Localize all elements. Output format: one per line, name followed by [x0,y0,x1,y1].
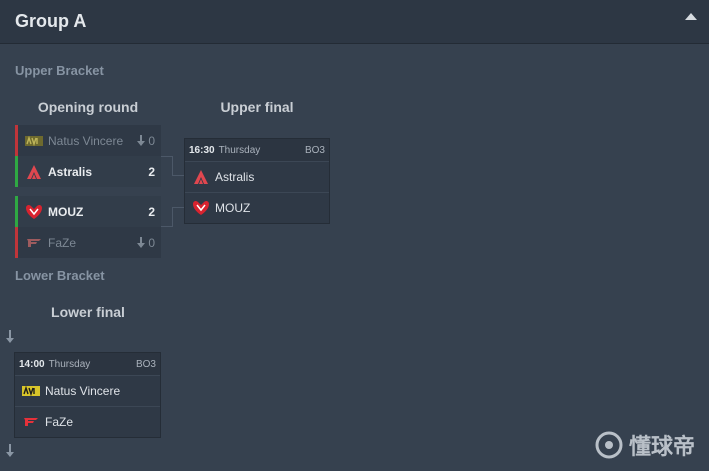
match-format: BO3 [135,358,156,370]
astralis-logo [24,163,44,181]
group-header[interactable]: Group A [0,0,709,44]
watermark-text: 懂球帝 [628,434,695,459]
watermark: 懂球帝 [595,429,695,461]
collapse-up-icon[interactable] [685,13,697,20]
match-day: Thursday [48,358,91,370]
lower-final-match[interactable]: 14:00 Thursday BO3 Natus Vincere FaZe [14,352,161,438]
download-arrow-icon [137,135,146,146]
download-arrow-icon [6,330,14,344]
mouz-logo [24,203,44,221]
team-row-astralis[interactable]: Astralis 2 [15,156,161,187]
team-name: Natus Vincere [48,133,124,148]
match-team-mouz[interactable]: MOUZ [185,192,329,223]
mouz-logo [191,199,211,217]
watermark-logo [595,431,623,459]
match-header: 14:00 Thursday BO3 [15,353,160,375]
team-name: FaZe [48,235,77,250]
astralis-logo [191,168,211,186]
bracket-connector [173,175,184,176]
upper-bracket-title: Upper Bracket [15,63,104,78]
upper-final-title: Upper final [220,99,294,115]
group-title: Group A [15,11,87,31]
team-row-mouz[interactable]: MOUZ 2 [15,196,161,227]
team-score: 0 [137,134,155,148]
team-score: 2 [148,204,155,219]
team-name: MOUZ [215,201,251,215]
bracket-connector [161,156,173,176]
upper-final-match[interactable]: 16:30 Thursday BO3 Astralis MOUZ [184,138,330,224]
opening-round-title: Opening round [37,99,139,115]
match-time: 16:30 [189,144,215,156]
lower-bracket-title: Lower Bracket [15,268,105,283]
download-arrow-icon [137,237,146,248]
team-name: FaZe [45,415,74,429]
bracket-connector [173,207,184,208]
match-team-faze[interactable]: FaZe [15,406,160,437]
download-arrow-icon [6,444,14,458]
navi-logo [21,382,41,400]
faze-logo [24,234,44,252]
bracket-connector [161,207,173,227]
match-team-astralis[interactable]: Astralis [185,161,329,192]
faze-logo [21,413,41,431]
team-name: Natus Vincere [45,384,121,398]
team-score: 2 [148,164,155,179]
team-name: Astralis [215,170,255,184]
team-score: 0 [137,236,155,250]
navi-logo [24,132,44,150]
lower-final-title: Lower final [51,304,125,320]
match-format: BO3 [304,144,325,156]
team-name: Astralis [48,164,93,179]
match-time: 14:00 [19,358,45,370]
team-row-natus-vincere[interactable]: Natus Vincere 0 [15,125,161,156]
team-name: MOUZ [48,204,84,219]
match-header: 16:30 Thursday BO3 [185,139,329,161]
match-day: Thursday [218,144,261,156]
team-row-faze[interactable]: FaZe 0 [15,227,161,258]
match-team-natus-vincere[interactable]: Natus Vincere [15,375,160,406]
